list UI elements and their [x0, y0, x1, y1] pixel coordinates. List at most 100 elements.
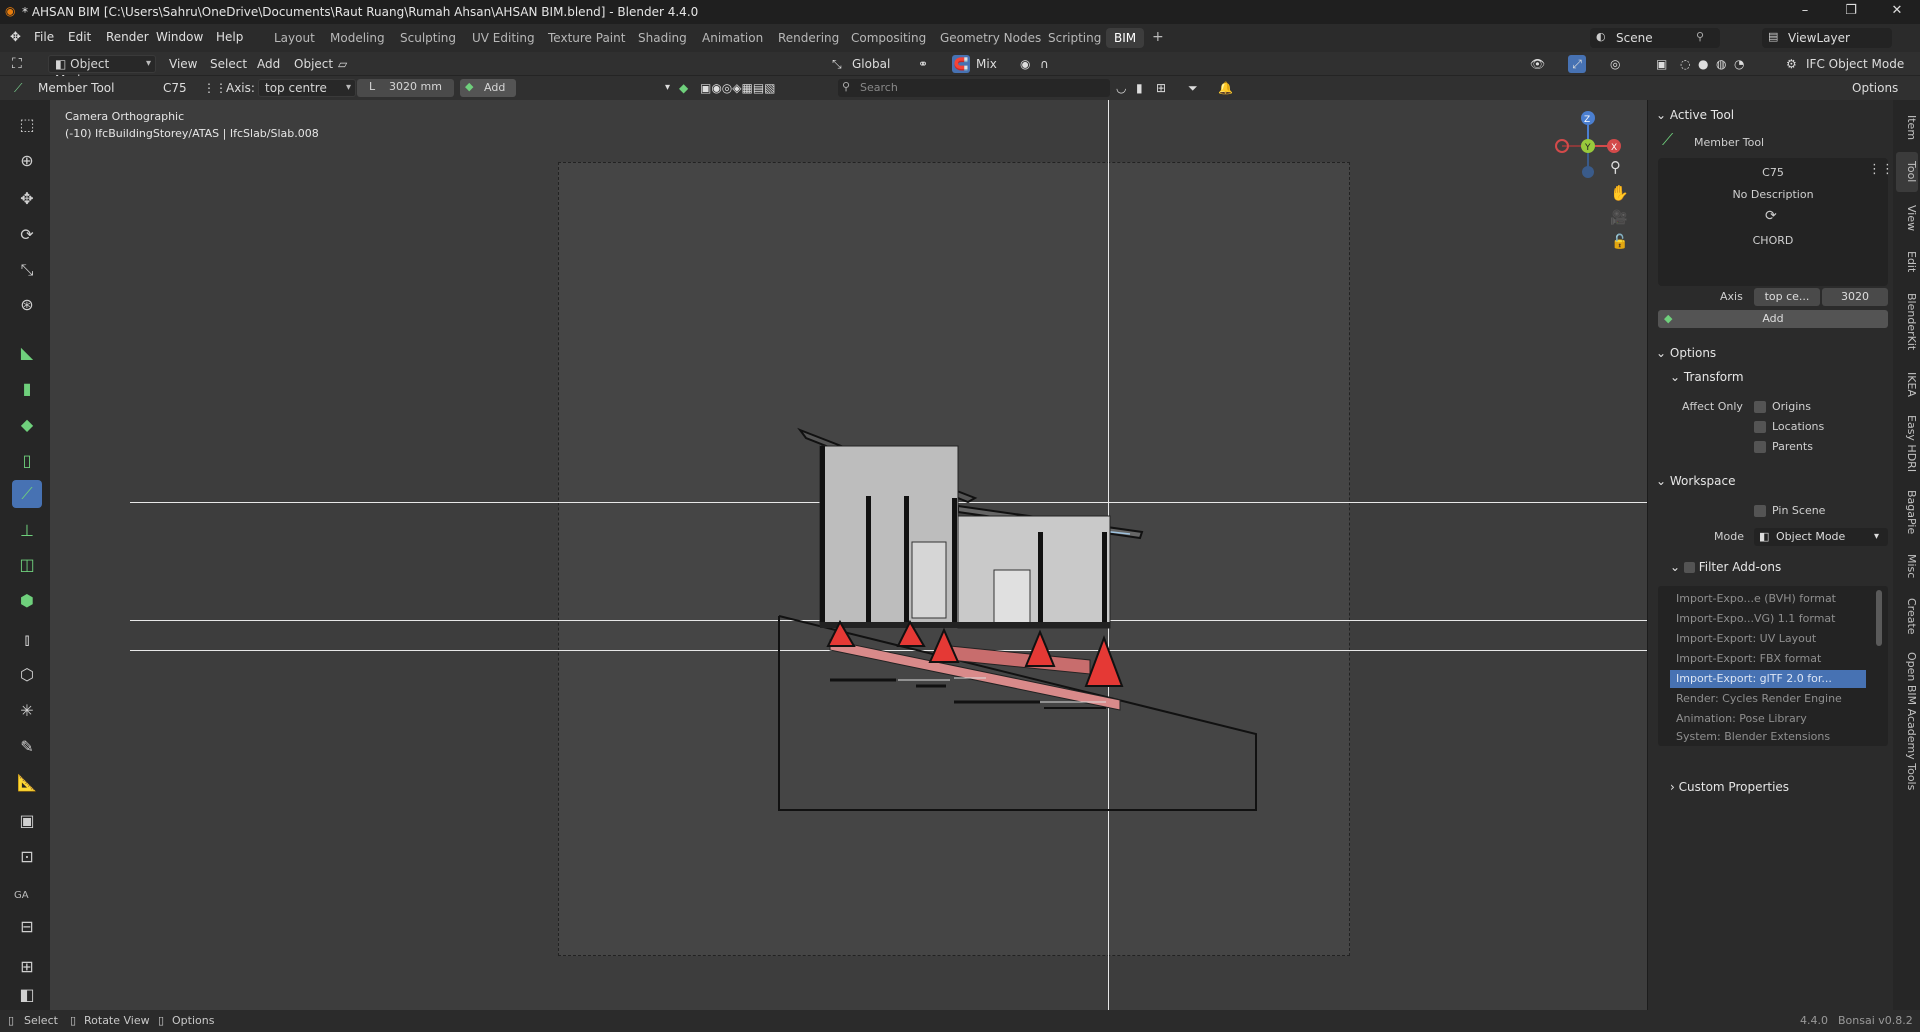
- tab-shading[interactable]: Shading: [630, 28, 695, 48]
- building-section-drawing[interactable]: [50, 100, 1647, 1010]
- editor-type-icon[interactable]: ⛶: [12, 55, 22, 73]
- type-grid-icon[interactable]: ⋮⋮: [1868, 162, 1894, 177]
- cursor-icon[interactable]: ⊕: [12, 146, 42, 174]
- search-input[interactable]: ⚲ Search: [838, 79, 1110, 97]
- collapse-icon[interactable]: ◡: [1116, 79, 1126, 97]
- addons-scrollbar[interactable]: [1876, 590, 1882, 646]
- mode-dropdown[interactable]: ◧ Object Mode: [48, 55, 156, 87]
- tab-modeling[interactable]: Modeling: [322, 28, 393, 48]
- tab-bagapie[interactable]: BagaPie: [1896, 484, 1918, 540]
- scale-icon[interactable]: ⤡: [12, 256, 42, 284]
- shading-solid-icon[interactable]: ●: [1698, 55, 1708, 73]
- covering-tool-icon[interactable]: ◫: [12, 550, 42, 578]
- falloff-icon[interactable]: ∩: [1040, 55, 1049, 73]
- schedule-icon[interactable]: ⊞: [12, 952, 42, 980]
- navigation-gizmo[interactable]: Z X Y: [1546, 100, 1646, 188]
- view-layer-selector[interactable]: ▤ ViewLayer: [1762, 28, 1892, 48]
- opening-tool-icon[interactable]: ⬡: [12, 660, 42, 688]
- menu-render[interactable]: Render: [106, 30, 149, 44]
- tab-rendering[interactable]: Rendering: [770, 28, 847, 48]
- type-name[interactable]: C75: [163, 79, 187, 97]
- length-field[interactable]: 3020: [1822, 288, 1888, 306]
- camera-view-icon[interactable]: 🎥: [1610, 210, 1627, 226]
- menu-window[interactable]: Window: [156, 30, 203, 44]
- tab-compositing[interactable]: Compositing: [843, 28, 934, 48]
- transform-icon[interactable]: ⊛: [12, 290, 42, 318]
- annotate-icon[interactable]: ✎: [12, 732, 42, 760]
- toolbar-group-label[interactable]: GA: [14, 890, 29, 901]
- tab-tool[interactable]: Tool: [1896, 152, 1918, 192]
- refresh-icon[interactable]: ⟳: [1765, 208, 1777, 224]
- maximize-button[interactable]: ❐: [1828, 0, 1874, 24]
- options-dropdown[interactable]: Options: [1852, 79, 1898, 97]
- tab-texture-paint[interactable]: Texture Paint: [540, 28, 633, 48]
- proportional-edit-icon[interactable]: ◉: [1020, 55, 1030, 73]
- options-header[interactable]: ⌄ Options: [1656, 346, 1716, 360]
- list-item[interactable]: Render: Cycles Render Engine: [1670, 690, 1866, 708]
- add-workspace-icon[interactable]: +: [1152, 29, 1164, 45]
- visibility-icon[interactable]: 👁: [1530, 55, 1545, 73]
- tab-edit[interactable]: Edit: [1896, 244, 1918, 280]
- minimize-button[interactable]: –: [1782, 0, 1828, 24]
- pan-hand-icon[interactable]: ✋: [1610, 184, 1629, 202]
- door-tool-icon[interactable]: ▯: [12, 446, 42, 474]
- menu-select[interactable]: Select: [210, 55, 247, 73]
- tab-item[interactable]: Item: [1896, 110, 1918, 146]
- blender-menu-icon[interactable]: ✥: [10, 30, 21, 45]
- tab-blenderkit[interactable]: BlenderKit: [1896, 286, 1918, 358]
- bookmark-icon[interactable]: ▮: [1136, 79, 1143, 97]
- list-item[interactable]: System: Blender Extensions: [1670, 730, 1866, 744]
- scene-selector[interactable]: ◐ Scene ⚲: [1590, 28, 1720, 48]
- length-field[interactable]: L 3020 mm: [357, 79, 454, 97]
- pivot-icon[interactable]: ⚭: [918, 55, 928, 73]
- axis-dropdown[interactable]: top ce...: [1754, 288, 1820, 306]
- zoom-icon[interactable]: ⚲: [1610, 158, 1621, 176]
- filter-addons-checkbox[interactable]: [1683, 562, 1695, 573]
- menu-file[interactable]: File: [34, 30, 54, 44]
- orientation-dropdown[interactable]: Global: [852, 55, 908, 73]
- expand-icon[interactable]: ▾: [665, 79, 670, 97]
- filter-icon[interactable]: ⏷: [1188, 79, 1198, 97]
- tab-scripting[interactable]: Scripting: [1040, 28, 1109, 48]
- menu-edit[interactable]: Edit: [68, 30, 91, 44]
- menu-add[interactable]: Add: [257, 55, 280, 73]
- tab-uv-editing[interactable]: UV Editing: [464, 28, 543, 48]
- bim-cube-icon[interactable]: ◆: [679, 79, 688, 97]
- tab-bim[interactable]: BIM: [1106, 28, 1145, 48]
- shading-material-icon[interactable]: ◍: [1716, 55, 1726, 73]
- tab-ikea[interactable]: IKEA: [1896, 364, 1918, 404]
- menu-object[interactable]: Object: [294, 55, 333, 73]
- drawing-icon[interactable]: ⊟: [12, 912, 42, 940]
- lock-icon[interactable]: 🔓: [1611, 234, 1628, 250]
- tab-animation[interactable]: Animation: [694, 28, 771, 48]
- shading-rendered-icon[interactable]: ◔: [1734, 55, 1744, 73]
- transform-header[interactable]: ⌄ Transform: [1670, 370, 1744, 384]
- notification-bell-icon[interactable]: 🔔: [1218, 79, 1233, 97]
- snap-icon[interactable]: 🧲: [952, 55, 970, 73]
- tab-misc[interactable]: Misc: [1896, 546, 1918, 586]
- close-button[interactable]: ✕: [1874, 0, 1920, 24]
- list-item-selected[interactable]: Import-Export: glTF 2.0 for...: [1670, 670, 1866, 688]
- slab-tool-icon[interactable]: ◆: [12, 410, 42, 438]
- addons-list[interactable]: Import-Expo...e (BVH) format Import-Expo…: [1658, 586, 1888, 746]
- wall-tool-icon[interactable]: ▮: [12, 374, 42, 402]
- tab-sculpting[interactable]: Sculpting: [392, 28, 464, 48]
- menu-view[interactable]: View: [169, 55, 197, 73]
- pin-icon[interactable]: ⚲: [1696, 30, 1704, 43]
- bim-extra-icon[interactable]: ⊡: [12, 842, 42, 870]
- tab-easy-hdri[interactable]: Easy HDRI: [1896, 410, 1918, 478]
- list-item[interactable]: Import-Export: FBX format: [1670, 650, 1866, 668]
- member-tool-button[interactable]: ⟋: [12, 480, 42, 508]
- tab-open-bim-academy-tools[interactable]: Open BIM Academy Tools: [1896, 646, 1918, 796]
- explore-tool-icon[interactable]: ◣: [12, 338, 42, 366]
- tab-view[interactable]: View: [1896, 198, 1918, 238]
- gizmo-toggle-icon[interactable]: ⤢: [1568, 55, 1586, 73]
- add-cube-icon[interactable]: ▣: [12, 806, 42, 834]
- 3d-viewport[interactable]: Camera Orthographic (-10) IfcBuildingSto…: [50, 100, 1647, 1010]
- axis-dropdown[interactable]: top centre: [258, 79, 356, 97]
- list-item[interactable]: Import-Expo...e (BVH) format: [1670, 590, 1866, 608]
- workspace-header[interactable]: ⌄ Workspace: [1656, 474, 1735, 488]
- add-button[interactable]: ◆ Add: [1658, 310, 1888, 328]
- type-grid-icon[interactable]: ⋮⋮: [203, 79, 227, 97]
- parents-checkbox[interactable]: [1754, 441, 1766, 453]
